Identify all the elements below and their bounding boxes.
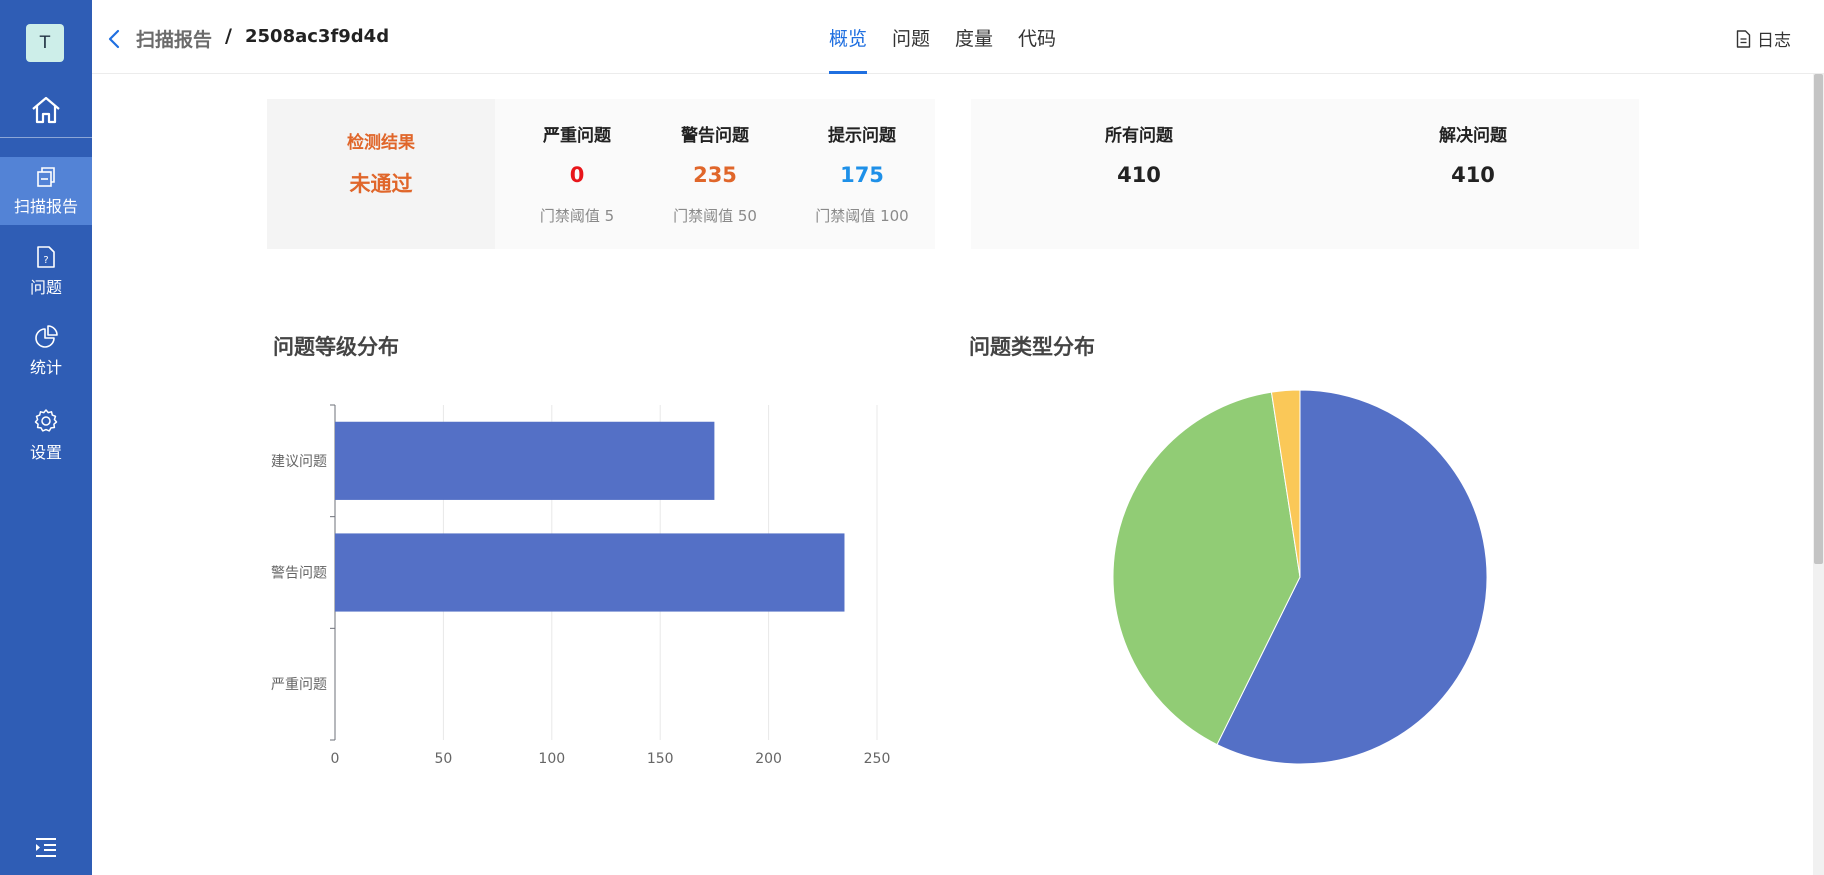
stat-value: 0 <box>569 163 585 187</box>
document-icon <box>1736 29 1751 48</box>
tab-metrics[interactable]: 度量 <box>955 0 993 74</box>
issue-counts-card: 严重问题 0 门禁阈值 5 警告问题 235 门禁阈值 50 提示问题 175 … <box>495 99 935 249</box>
stat-threshold: 门禁阈值 5 <box>539 207 615 225</box>
stat-label: 严重问题 <box>543 126 611 146</box>
x-tick-label: 100 <box>538 751 565 767</box>
sidebar-item-scan-report[interactable]: 扫描报告 <box>0 157 92 225</box>
stat-label: 提示问题 <box>828 126 896 146</box>
sidebar-item-stats[interactable]: 统计 <box>0 317 92 385</box>
home-button[interactable] <box>0 88 92 132</box>
sidebar-item-label: 统计 <box>29 357 62 377</box>
sidebar-item-label: 设置 <box>29 442 62 462</box>
y-tick-label: 严重问题 <box>271 677 327 693</box>
stat-threshold: 门禁阈值 100 <box>815 207 909 225</box>
report-icon <box>37 166 55 187</box>
log-button[interactable]: 日志 <box>1736 26 1791 51</box>
stat-value: 410 <box>1451 163 1495 187</box>
stat-value: 235 <box>693 163 737 187</box>
scrollbar[interactable] <box>1813 74 1824 875</box>
bar[interactable] <box>335 533 845 612</box>
y-tick-label: 建议问题 <box>271 454 327 470</box>
gear-icon <box>34 408 58 432</box>
x-tick-label: 50 <box>434 751 452 767</box>
top-header: 扫描报告 / 2508ac3f9d4d 概览 问题 度量 代码 日志 <box>92 0 1824 74</box>
stat-label: 解决问题 <box>1439 126 1507 146</box>
stat-label: 警告问题 <box>681 126 749 146</box>
pie-chart-icon <box>35 324 58 348</box>
bar[interactable] <box>335 421 715 500</box>
sidebar: T 扫描报告 ? 问题 统计 设置 <box>0 0 92 875</box>
result-label: 检测结果 <box>347 133 415 153</box>
issue-file-icon: ? <box>37 245 55 268</box>
x-tick-label: 0 <box>331 751 340 767</box>
tab-overview[interactable]: 概览 <box>829 0 868 74</box>
stat-value: 175 <box>840 163 884 187</box>
sidebar-item-settings[interactable]: 设置 <box>0 401 92 469</box>
issue-type-pie-chart <box>1112 389 1488 765</box>
sidebar-item-label: 扫描报告 <box>13 196 78 216</box>
x-tick-label: 250 <box>864 751 891 767</box>
issue-level-bar-chart: 0 50 100 150 200 250 建议问题警告问题严重问题 <box>271 404 891 767</box>
level-chart-title: 问题等级分布 <box>273 335 399 359</box>
sidebar-item-issues[interactable]: ? 问题 <box>0 237 92 305</box>
sidebar-item-label: 问题 <box>29 277 62 297</box>
collapse-sidebar-button[interactable] <box>33 836 59 858</box>
sidebar-divider <box>0 137 92 138</box>
result-value: 未通过 <box>349 172 413 196</box>
breadcrumb-separator: / <box>225 25 232 47</box>
x-tick-label: 200 <box>755 751 782 767</box>
menu-fold-icon <box>36 838 56 857</box>
tab-code[interactable]: 代码 <box>1018 0 1056 74</box>
tab-issues[interactable]: 问题 <box>892 0 930 74</box>
totals-card: 所有问题 410 解决问题 410 <box>971 99 1639 249</box>
tab-bar: 概览 问题 度量 代码 <box>829 0 1081 74</box>
home-icon <box>32 96 60 124</box>
scrollbar-thumb[interactable] <box>1814 74 1823 564</box>
breadcrumb-current: 2508ac3f9d4d <box>245 26 390 47</box>
avatar[interactable]: T <box>26 24 64 62</box>
svg-text:?: ? <box>43 255 48 266</box>
log-label: 日志 <box>1757 31 1791 51</box>
stat-threshold: 门禁阈值 50 <box>673 207 757 225</box>
x-tick-label: 150 <box>647 751 674 767</box>
stat-label: 所有问题 <box>1105 126 1173 146</box>
stat-value: 410 <box>1117 163 1161 187</box>
type-chart-title: 问题类型分布 <box>969 335 1095 359</box>
result-card: 检测结果 未通过 <box>267 99 495 249</box>
back-arrow-icon[interactable] <box>106 28 124 50</box>
y-tick-label: 警告问题 <box>271 566 327 582</box>
breadcrumb-parent[interactable]: 扫描报告 <box>136 25 212 52</box>
